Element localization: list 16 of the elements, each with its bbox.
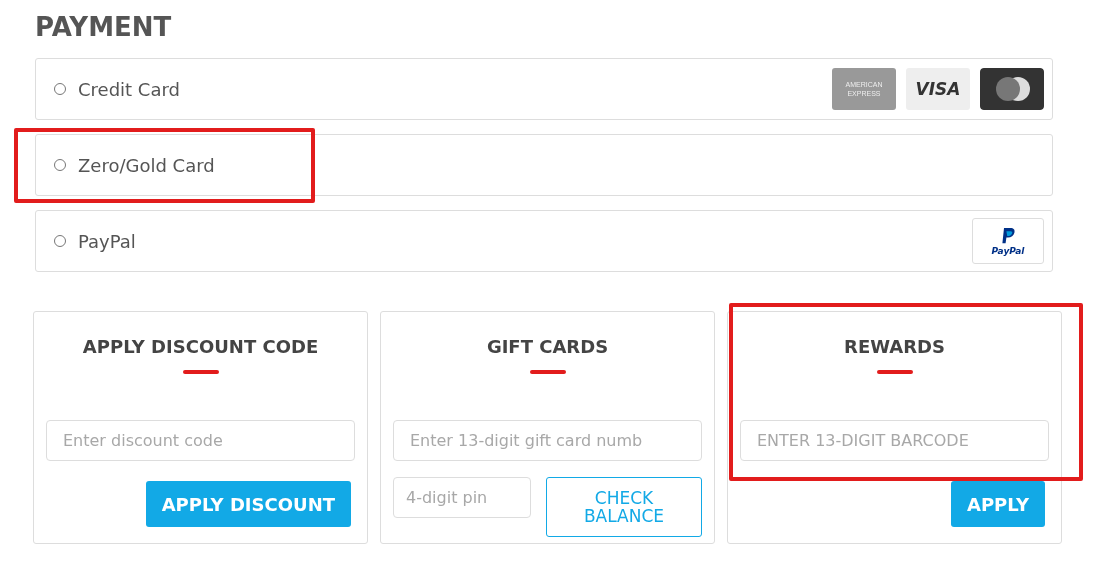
input-field[interactable]: Enter 13-digit gift card numb — [393, 420, 702, 461]
option-label: Zero/Gold Card — [78, 154, 215, 176]
pin-field[interactable]: 4-digit pin — [393, 477, 531, 518]
panel-title: REWARDS — [844, 335, 945, 359]
card-logo: VISA — [906, 68, 970, 110]
input-field[interactable]: Enter discount code — [46, 420, 355, 461]
input-field[interactable]: ENTER 13-DIGIT BARCODE — [740, 420, 1049, 461]
section-title: PAYMENT — [35, 11, 173, 44]
payment-option[interactable]: PayPal PayPal — [35, 210, 1053, 272]
option-label: PayPal — [78, 230, 136, 252]
payment-option[interactable]: Zero/Gold Card — [35, 134, 1053, 196]
panel-title: APPLY DISCOUNT CODE — [82, 335, 319, 359]
paypal-logo: PayPal — [972, 218, 1044, 264]
card-logo — [980, 68, 1044, 110]
option-label: Credit Card — [78, 78, 180, 100]
panel-title: GIFT CARDS — [486, 335, 609, 359]
